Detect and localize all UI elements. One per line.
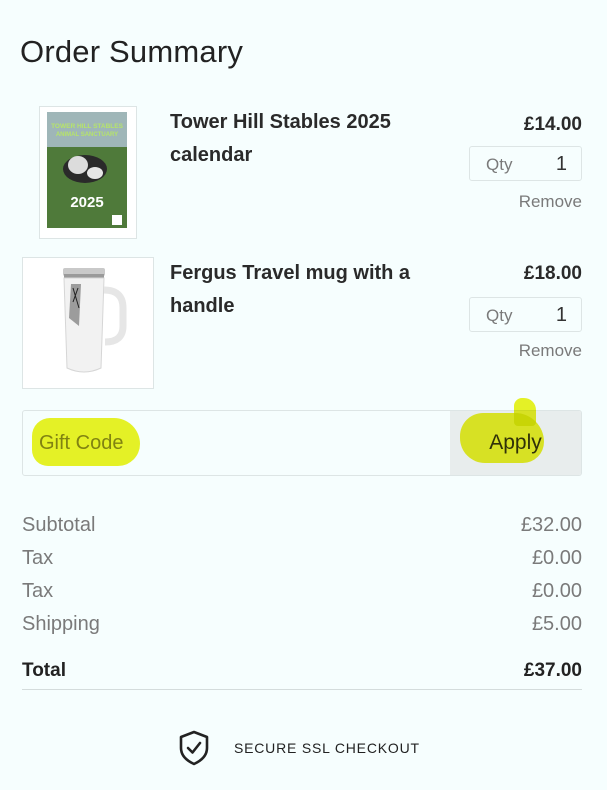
gift-code-row: Apply <box>22 410 582 476</box>
row-label: Shipping <box>22 613 100 635</box>
apply-button[interactable]: Apply <box>450 411 581 475</box>
cart-item: Fergus Travel mug with a handle £18.00 Q… <box>22 257 582 392</box>
tax-row: Tax £0.00 <box>22 543 582 576</box>
product-image <box>22 257 154 389</box>
product-image: TOWER HILL STABLES ANIMAL SANCTUARY 2025 <box>39 106 137 239</box>
remove-item-link[interactable]: Remove <box>519 192 582 212</box>
calendar-header-line2: ANIMAL SANCTUARY <box>56 132 118 138</box>
cart-item: TOWER HILL STABLES ANIMAL SANCTUARY 2025… <box>22 106 582 241</box>
item-price: £18.00 <box>523 263 582 284</box>
qty-value[interactable]: 1 <box>556 304 567 327</box>
shield-check-icon <box>179 730 209 766</box>
item-name: Tower Hill Stables 2025 calendar <box>170 111 391 166</box>
calendar-thumbnail: TOWER HILL STABLES ANIMAL SANCTUARY 2025 <box>47 112 127 228</box>
qty-label: Qty <box>486 155 513 174</box>
qty-value[interactable]: 1 <box>556 153 567 176</box>
remove-item-link[interactable]: Remove <box>519 341 582 361</box>
secure-checkout-text: SECURE SSL CHECKOUT <box>234 740 420 756</box>
quantity-field[interactable]: Qty 1 <box>469 146 582 181</box>
gift-code-input[interactable] <box>23 411 451 475</box>
row-label: Subtotal <box>22 514 96 536</box>
total-value: £37.00 <box>523 660 582 681</box>
secure-checkout-badge: SECURE SSL CHECKOUT <box>178 730 420 766</box>
item-name: Fergus Travel mug with a handle <box>170 262 411 317</box>
shipping-row: Shipping £5.00 <box>22 609 582 642</box>
total-label: Total <box>22 660 66 681</box>
row-value: £0.00 <box>531 547 582 569</box>
page-title: Order Summary <box>20 34 244 69</box>
subtotal-row: Subtotal £32.00 <box>22 510 582 543</box>
row-value: £0.00 <box>531 580 582 602</box>
row-label: Tax <box>22 547 54 569</box>
quantity-field[interactable]: Qty 1 <box>469 297 582 332</box>
qty-label: Qty <box>486 306 513 325</box>
calendar-header-line1: TOWER HILL STABLES <box>51 123 124 130</box>
mug-thumbnail <box>63 268 127 373</box>
totals-section: Subtotal £32.00 Tax £0.00 Tax £0.00 Ship… <box>22 510 582 690</box>
order-summary-panel: Order Summary TOWER HILL STABLES ANIMAL … <box>0 0 607 790</box>
total-row: Total £37.00 <box>22 660 582 690</box>
tax-row: Tax £0.00 <box>22 576 582 609</box>
calendar-year: 2025 <box>70 194 103 211</box>
row-label: Tax <box>22 580 54 602</box>
divider <box>22 689 582 690</box>
row-value: £32.00 <box>520 514 582 536</box>
row-value: £5.00 <box>531 613 582 635</box>
item-price: £14.00 <box>523 114 582 135</box>
